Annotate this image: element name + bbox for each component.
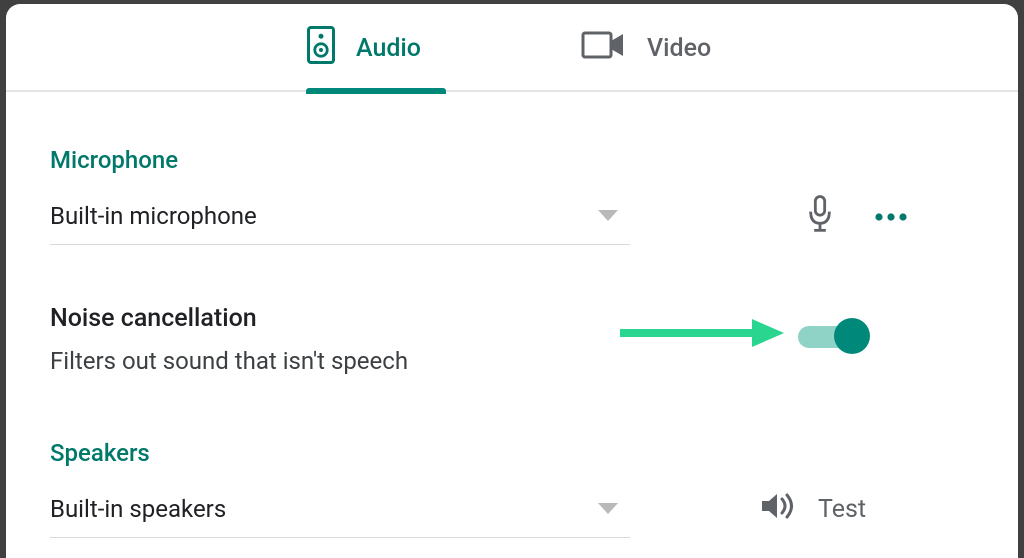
noise-cancellation-toggle[interactable]: [798, 318, 870, 354]
chevron-down-icon: [598, 210, 618, 221]
speakers-select[interactable]: Built-in speakers: [50, 480, 630, 538]
noise-cancellation-block: Noise cancellation Filters out sound tha…: [50, 304, 974, 375]
speakers-selected-value: Built-in speakers: [50, 495, 226, 523]
tab-bar: Audio Video: [6, 4, 1018, 92]
volume-icon: [760, 491, 796, 528]
audio-settings-content: Microphone Built-in microphone: [6, 92, 1018, 543]
more-options-icon[interactable]: [874, 207, 908, 226]
microphone-selected-value: Built-in microphone: [50, 202, 257, 230]
speaker-icon: [306, 25, 336, 72]
test-speakers-button[interactable]: Test: [760, 491, 866, 528]
settings-panel: Audio Video Microphone Built-in micropho…: [6, 4, 1018, 558]
tab-video[interactable]: Video: [581, 4, 731, 92]
chevron-down-icon: [598, 503, 618, 514]
microphone-row: Built-in microphone: [50, 182, 974, 250]
toggle-thumb: [834, 318, 870, 354]
tab-active-underline: [306, 88, 446, 94]
speakers-row: Built-in speakers Test: [50, 475, 974, 543]
speakers-block: Speakers Built-in speakers Test: [50, 439, 974, 543]
test-speakers-label: Test: [818, 495, 866, 524]
microphone-select[interactable]: Built-in microphone: [50, 187, 630, 245]
video-camera-icon: [581, 29, 627, 68]
speakers-section-label: Speakers: [50, 439, 974, 467]
microphone-icon[interactable]: [806, 195, 834, 237]
tab-audio[interactable]: Audio: [306, 4, 446, 92]
tab-video-label: Video: [647, 34, 711, 63]
tab-audio-label: Audio: [356, 34, 421, 63]
microphone-section-label: Microphone: [50, 146, 974, 174]
